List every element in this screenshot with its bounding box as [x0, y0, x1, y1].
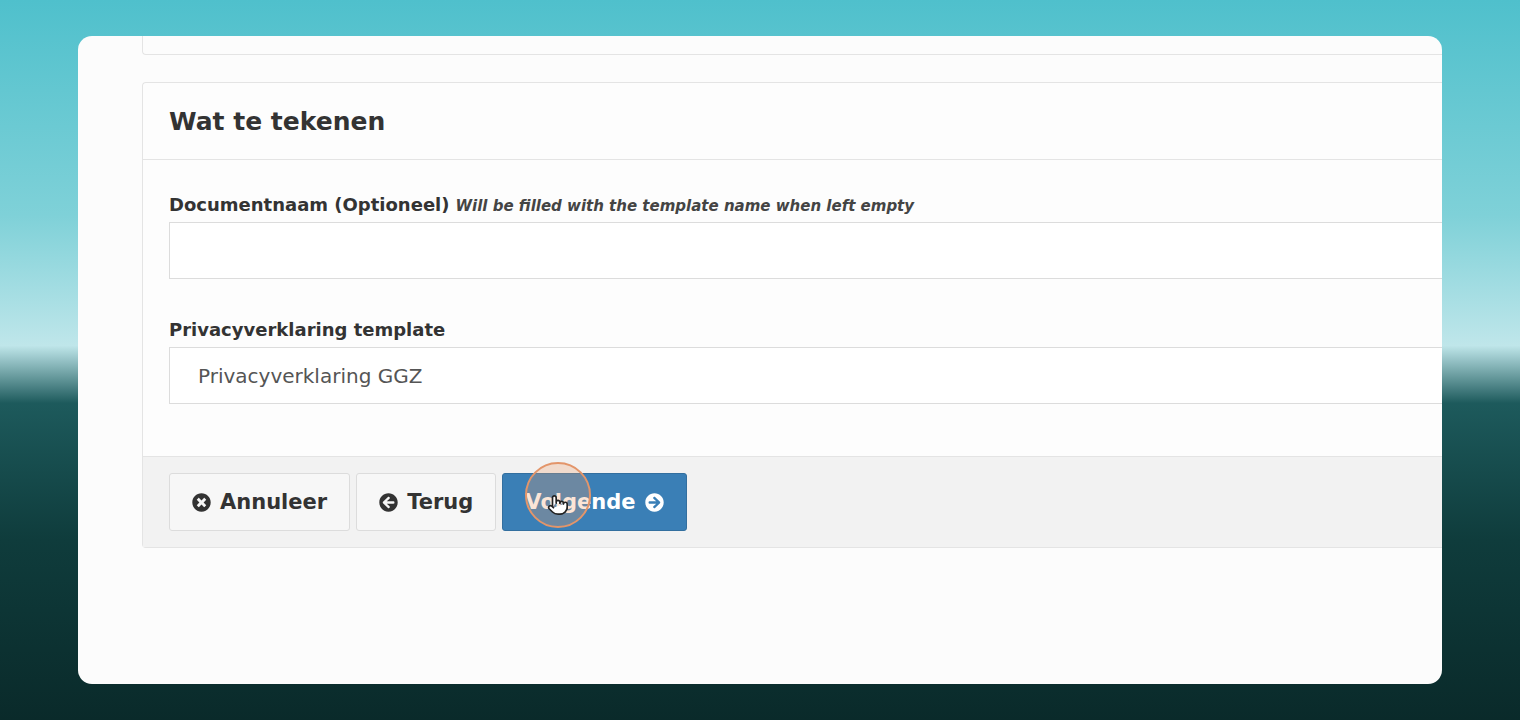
panel-footer: Annuleer Terug Volgende — [143, 456, 1442, 547]
sign-panel: Wat te tekenen Documentnaam (Optioneel)Wi… — [142, 82, 1442, 548]
previous-panel — [142, 36, 1442, 55]
form-field: Privacyverklaring template Privacyverklar… — [169, 319, 1442, 404]
field-label: Privacyverklaring template — [169, 319, 1442, 340]
field-label: Documentnaam (Optioneel)Will be filled w… — [169, 194, 1442, 215]
times-circle-icon — [192, 493, 211, 512]
hand-cursor-icon — [547, 494, 569, 516]
back-button[interactable]: Terug — [356, 473, 496, 531]
button-label: Volgende — [525, 490, 635, 514]
button-label: Terug — [407, 490, 473, 514]
button-label: Annuleer — [220, 490, 327, 514]
panel-body: Documentnaam (Optioneel)Will be filled w… — [143, 160, 1442, 456]
field-input[interactable] — [169, 222, 1442, 279]
cancel-button[interactable]: Annuleer — [169, 473, 350, 531]
dialog-card: Wat te tekenen Documentnaam (Optioneel)Wi… — [78, 36, 1442, 684]
panel-title: Wat te tekenen — [143, 83, 1442, 160]
background: Wat te tekenen Documentnaam (Optioneel)Wi… — [0, 0, 1520, 720]
arrow-left-circle-icon — [379, 493, 398, 512]
next-button[interactable]: Volgende — [502, 473, 686, 531]
click-highlight — [525, 462, 591, 528]
field-input[interactable]: Privacyverklaring GGZ — [169, 347, 1442, 404]
arrow-right-circle-icon — [645, 493, 664, 512]
field-hint: Will be filled with the template name wh… — [456, 197, 915, 215]
form-field: Documentnaam (Optioneel)Will be filled w… — [169, 194, 1442, 279]
